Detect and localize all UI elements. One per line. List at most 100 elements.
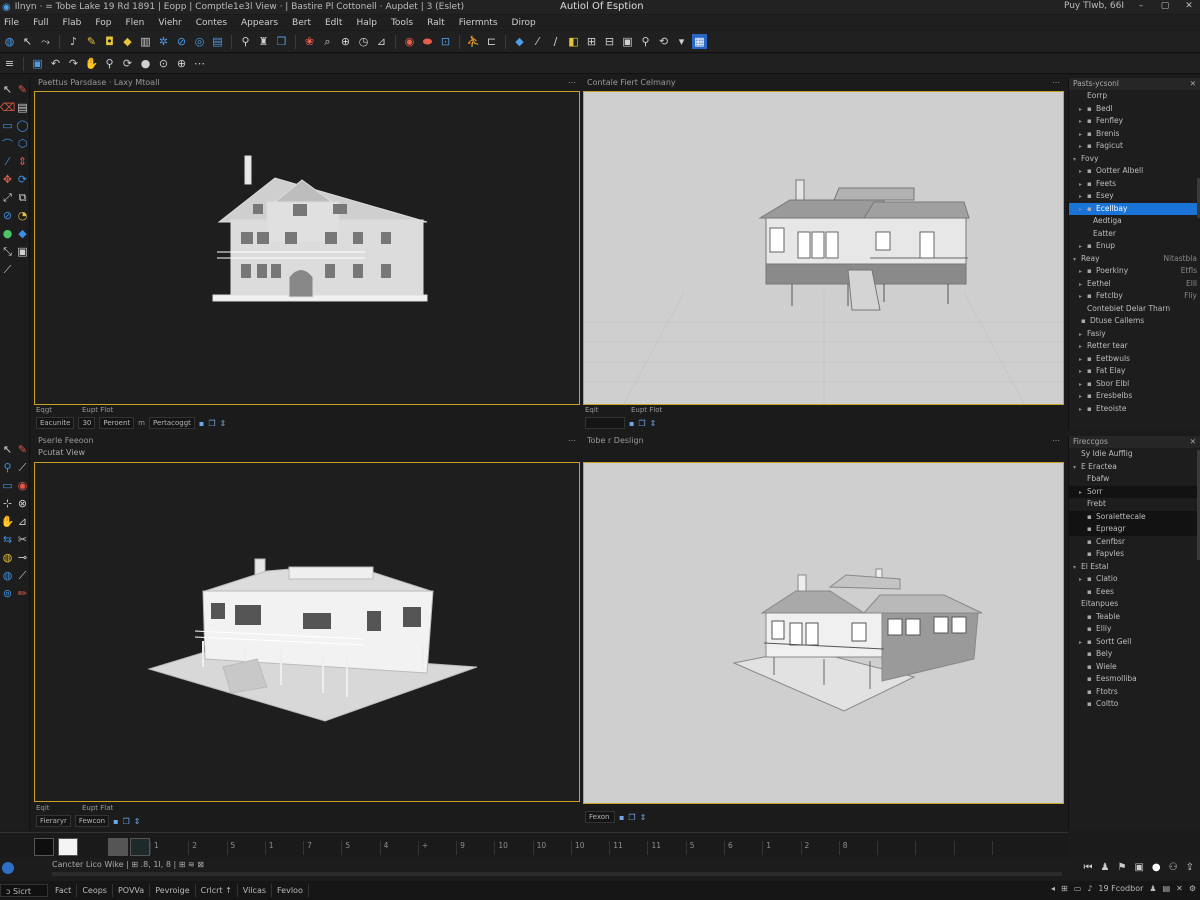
- tree-row[interactable]: ▪ Bely: [1069, 648, 1200, 661]
- hierarchy-field[interactable]: Fieraryr: [36, 815, 71, 827]
- color-tool-icon[interactable]: ◍: [0, 550, 15, 565]
- sphere-icon[interactable]: ●: [138, 56, 153, 71]
- pointer-icon[interactable]: ↖: [20, 34, 35, 49]
- person-icon[interactable]: ♟: [1101, 862, 1110, 873]
- tree-row[interactable]: Fbafw: [1069, 473, 1200, 486]
- pencil-tool-icon[interactable]: ✎: [15, 82, 30, 97]
- layers-icon[interactable]: ❐: [123, 817, 130, 826]
- expand-arrow-icon[interactable]: ▸: [1079, 637, 1087, 649]
- menu-fop[interactable]: Fop: [95, 18, 111, 28]
- start-field[interactable]: ɔ Sicrt: [0, 884, 48, 897]
- viewport-options-icon[interactable]: ⋯: [1052, 78, 1060, 87]
- timeline-ruler[interactable]: 1 2 5 1 7 5 4 +9 10 10 10 11 11 5 6 1 2 8: [150, 841, 1030, 855]
- expand-arrow-icon[interactable]: ▸: [1079, 354, 1087, 366]
- angle-icon[interactable]: ⊿: [374, 34, 389, 49]
- circle-tool-icon[interactable]: ◯: [15, 118, 30, 133]
- globe-icon[interactable]: ◍: [2, 34, 17, 49]
- expand-arrow-icon[interactable]: ▸: [1079, 574, 1087, 586]
- protractor-tool-icon[interactable]: ◔: [15, 208, 30, 223]
- tree-row[interactable]: ▪ Eees: [1069, 586, 1200, 599]
- orbit-icon[interactable]: ⟲: [656, 34, 671, 49]
- swatch-black[interactable]: [34, 838, 54, 856]
- menu-file[interactable]: File: [4, 18, 19, 28]
- text-tool-icon[interactable]: ⟋: [0, 262, 15, 277]
- line-icon[interactable]: ⁄: [530, 34, 545, 49]
- erase-tool-icon[interactable]: ⌫: [0, 100, 15, 115]
- tree-row[interactable]: ▸ ▪ Eteoiste: [1069, 403, 1200, 416]
- style-field[interactable]: [585, 417, 625, 429]
- tree-row[interactable]: Eorrp: [1069, 90, 1200, 103]
- menu-appears[interactable]: Appears: [241, 18, 278, 28]
- percent-field[interactable]: Peroent: [99, 417, 135, 429]
- expand-arrow-icon[interactable]: ▸: [1079, 179, 1087, 191]
- tree-row[interactable]: ▪ Teable: [1069, 611, 1200, 624]
- scale-tool-icon[interactable]: ⤢: [0, 190, 15, 205]
- crosshair-icon[interactable]: ⊕: [174, 56, 189, 71]
- walk-tool-icon[interactable]: ⤡: [0, 244, 15, 259]
- tray-settings-icon[interactable]: ⚙: [1189, 884, 1196, 893]
- people-icon[interactable]: ⚇: [1169, 862, 1178, 873]
- expand-arrow-icon[interactable]: ▸: [1079, 116, 1087, 128]
- viewport-options-icon[interactable]: ⋯: [568, 436, 576, 445]
- panel-close-icon[interactable]: ✕: [1190, 78, 1196, 90]
- status-tab-pevroige[interactable]: Pevroige: [150, 884, 196, 897]
- tree-row[interactable]: Sy Idie Aufflig: [1069, 448, 1200, 461]
- target-icon[interactable]: ◉: [402, 34, 417, 49]
- tray-arrow-icon[interactable]: ◂: [1051, 884, 1055, 893]
- view-tool-icon[interactable]: ↖: [0, 442, 15, 457]
- swatch-white[interactable]: [58, 838, 78, 856]
- menu-view[interactable]: Viehr: [158, 18, 181, 28]
- step-icon[interactable]: ⇕: [650, 419, 657, 428]
- angle-tool-icon[interactable]: ⊿: [15, 514, 30, 529]
- line-tool-icon[interactable]: ⁄: [0, 154, 15, 169]
- expand-arrow-icon[interactable]: ▸: [1079, 341, 1087, 353]
- tree-row[interactable]: Aedtiga: [1069, 215, 1200, 228]
- layers-icon[interactable]: ❐: [208, 419, 215, 428]
- user-account-label[interactable]: Puy Tlwb, 66I: [1064, 1, 1124, 11]
- brush-tool-icon[interactable]: ✎: [15, 442, 30, 457]
- perspective-field[interactable]: Pertacoggt: [148, 417, 195, 429]
- tree-row[interactable]: ▸ Eethel Elll: [1069, 278, 1200, 291]
- tree-row[interactable]: ▾ Reay Nitastbla: [1069, 253, 1200, 266]
- find-icon[interactable]: ⚲: [102, 56, 117, 71]
- hand-tool-icon[interactable]: ✋: [0, 514, 15, 529]
- tree-row[interactable]: ▾ Fovy: [1069, 153, 1200, 166]
- section-tool-icon[interactable]: ▣: [15, 244, 30, 259]
- record-tool-icon[interactable]: ◉: [15, 478, 30, 493]
- tape-tool-icon[interactable]: ⊘: [0, 208, 15, 223]
- ruler-tool-icon[interactable]: ⟋: [15, 568, 30, 583]
- rect-tool-icon[interactable]: ▭: [0, 118, 15, 133]
- tree-row[interactable]: ▪ Fapvles: [1069, 548, 1200, 561]
- panel-close-icon[interactable]: ✕: [1190, 436, 1196, 448]
- tree-row[interactable]: Eitanpues: [1069, 598, 1200, 611]
- tray-volume-icon[interactable]: ♪: [1087, 884, 1092, 893]
- tree-row[interactable]: ▸ Retter tear: [1069, 340, 1200, 353]
- trim-tool-icon[interactable]: ✂: [15, 532, 30, 547]
- tray-grid-icon[interactable]: ⊞: [1061, 884, 1068, 893]
- push-pull-tool-icon[interactable]: ⇕: [15, 154, 30, 169]
- hand-icon[interactable]: ✋: [84, 56, 99, 71]
- expand-arrow-icon[interactable]: ▾: [1073, 562, 1081, 574]
- magnify-icon[interactable]: ⚲: [638, 34, 653, 49]
- expand-arrow-icon[interactable]: ▸: [1079, 391, 1087, 403]
- menu-flen[interactable]: Flen: [125, 18, 144, 28]
- status-tab-crlcrt[interactable]: Crlcrt ↑: [196, 884, 238, 897]
- tree-row[interactable]: ▪ Elliy: [1069, 623, 1200, 636]
- tree-row[interactable]: ▸ ▪ Eetbwuls: [1069, 353, 1200, 366]
- tree-row[interactable]: ▸ ▪ Ecellbay: [1069, 202, 1200, 215]
- expand-arrow-icon[interactable]: ▾: [1073, 154, 1081, 166]
- expand-arrow-icon[interactable]: ▸: [1079, 141, 1087, 153]
- expand-arrow-icon[interactable]: ▾: [1073, 462, 1081, 474]
- status-tab-vilcas[interactable]: Vilcas: [238, 884, 273, 897]
- tree-row[interactable]: ▸ ▪ Sortt Gell: [1069, 636, 1200, 649]
- tree-row[interactable]: ▸ ▪ Brenis: [1069, 128, 1200, 141]
- tree-row[interactable]: ▾ E Eractea: [1069, 461, 1200, 474]
- copy-icon[interactable]: ❐: [274, 34, 289, 49]
- camera-icon[interactable]: ▣: [1134, 862, 1143, 873]
- globe-tool-icon[interactable]: ◍: [0, 568, 15, 583]
- orbit-tool-icon[interactable]: ●: [0, 226, 15, 241]
- expand-arrow-icon[interactable]: ▸: [1079, 329, 1087, 341]
- tree-row[interactable]: ▪ Dtuse Callems: [1069, 315, 1200, 328]
- tag-icon[interactable]: ◆: [120, 34, 135, 49]
- step-icon[interactable]: ⇕: [134, 817, 141, 826]
